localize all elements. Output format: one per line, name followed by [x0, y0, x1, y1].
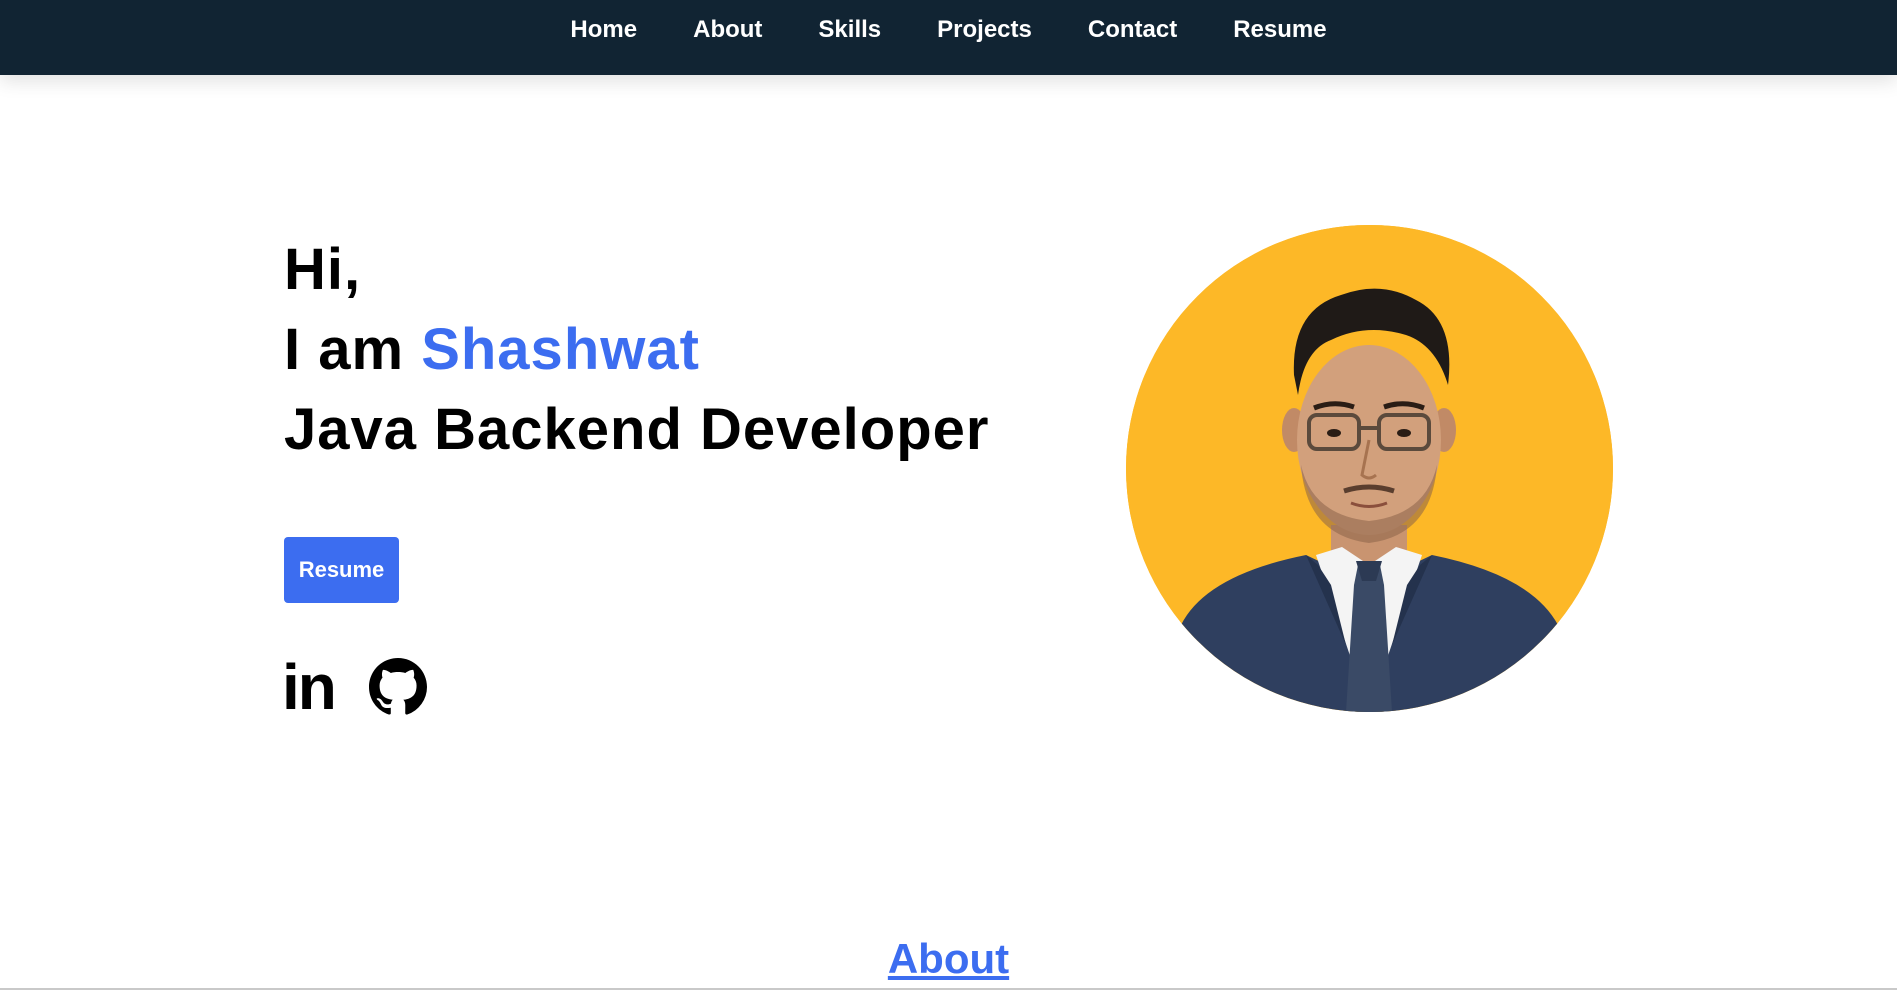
nav-link-contact[interactable]: Contact — [1088, 16, 1177, 43]
top-navbar: Home About Skills Projects Contact Resum… — [0, 0, 1897, 75]
linkedin-icon[interactable]: in — [282, 655, 337, 719]
social-links: in — [282, 655, 427, 719]
nav-link-home[interactable]: Home — [570, 16, 637, 43]
hero-intro-prefix: I am — [284, 317, 405, 382]
github-icon[interactable] — [368, 658, 427, 716]
hero-intro: Hi, I am Shashwat Java Backend Developer — [284, 230, 989, 470]
hero-intro-line: I am Shashwat — [284, 310, 989, 390]
about-section-heading[interactable]: About — [0, 935, 1897, 983]
nav-list: Home About Skills Projects Contact Resum… — [542, 16, 1354, 44]
profile-photo — [1126, 225, 1613, 712]
nav-link-projects[interactable]: Projects — [937, 16, 1032, 43]
hero-role: Java Backend Developer — [284, 397, 990, 462]
nav-link-about[interactable]: About — [693, 16, 762, 43]
hero-name: Shashwat — [421, 317, 700, 382]
section-divider — [0, 988, 1897, 990]
portrait-illustration — [1126, 225, 1613, 712]
resume-button[interactable]: Resume — [284, 537, 399, 603]
hero-greeting: Hi, — [284, 237, 362, 302]
nav-link-resume[interactable]: Resume — [1233, 16, 1326, 43]
nav-link-skills[interactable]: Skills — [818, 16, 881, 43]
